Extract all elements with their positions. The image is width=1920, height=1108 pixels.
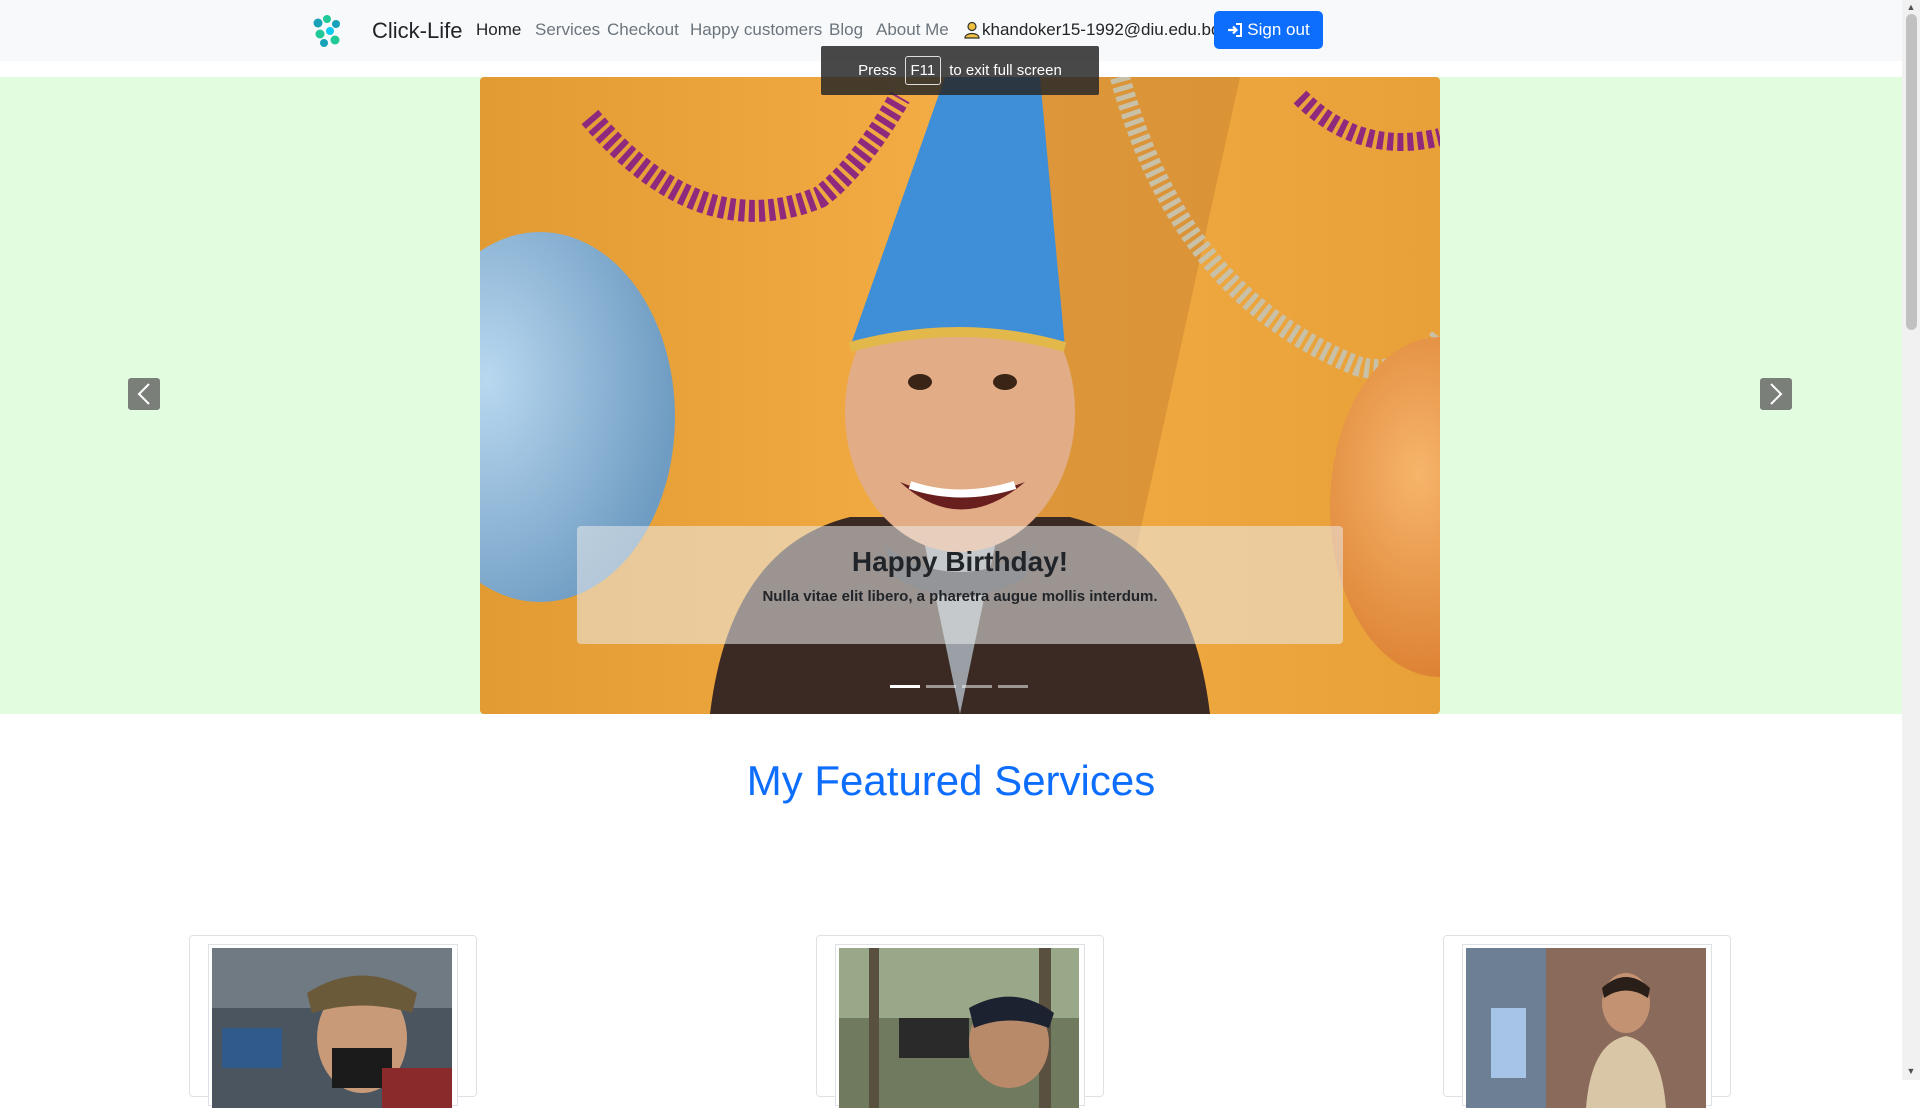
brand-name[interactable]: Click-Life — [372, 18, 462, 44]
user-icon — [964, 21, 980, 39]
nav-link-blog[interactable]: Blog — [829, 20, 863, 40]
carousel-indicator[interactable] — [998, 685, 1028, 688]
portrait-photo — [1466, 948, 1706, 1108]
fullscreen-tooltip-key: F11 — [904, 56, 942, 85]
scroll-down-icon[interactable]: ▼ — [1906, 1066, 1916, 1076]
carousel-indicator[interactable] — [962, 685, 992, 688]
caption-title: Happy Birthday! — [851, 546, 1069, 577]
carousel-indicators — [890, 685, 1028, 688]
service-card[interactable] — [189, 935, 477, 1108]
user-email: khandoker15-1992@diu.edu.bd — [964, 20, 1220, 40]
photographer-photo — [212, 948, 452, 1108]
nav-link-services[interactable]: Services — [535, 20, 600, 40]
carousel-slide: Happy Birthday! Nulla vitae elit libero,… — [480, 77, 1440, 714]
carousel-indicator[interactable] — [890, 685, 920, 688]
service-card[interactable] — [816, 935, 1104, 1108]
service-card-image-frame — [1462, 944, 1712, 1108]
nav-link-checkout[interactable]: Checkout — [607, 20, 679, 40]
service-card-image-frame — [208, 944, 458, 1108]
chevron-left-icon — [137, 383, 150, 405]
chevron-right-icon — [1770, 383, 1783, 405]
service-card[interactable] — [1443, 935, 1731, 1108]
caption-text: Nulla vitae elit libero, a pharetra augu… — [762, 588, 1158, 605]
carousel-caption: Happy Birthday! Nulla vitae elit libero,… — [577, 526, 1343, 644]
click-life-logo-icon[interactable] — [310, 14, 344, 48]
page-scrollbar[interactable]: ▲ ▼ — [1902, 0, 1920, 1080]
videographer-photo — [839, 948, 1079, 1108]
fullscreen-tooltip-text: to exit full screen — [949, 62, 1062, 79]
carousel-next-button[interactable] — [1760, 378, 1792, 410]
sign-out-label: Sign out — [1247, 20, 1310, 39]
hero-carousel: Happy Birthday! Nulla vitae elit libero,… — [0, 77, 1902, 714]
nav-link-about-me[interactable]: About Me — [876, 20, 949, 40]
carousel-prev-button[interactable] — [128, 378, 160, 410]
nav-link-happy-customers[interactable]: Happy customers — [690, 20, 822, 40]
fullscreen-tooltip: Press F11 to exit full screen — [821, 46, 1099, 95]
sign-out-button[interactable]: Sign out — [1214, 11, 1323, 49]
section-title: My Featured Services — [746, 757, 1156, 804]
scrollbar-thumb[interactable] — [1906, 14, 1917, 330]
fullscreen-tooltip-press: Press — [858, 62, 897, 79]
carousel-indicator[interactable] — [926, 685, 956, 688]
user-email-text: khandoker15-1992@diu.edu.bd — [982, 20, 1221, 39]
service-card-image-frame — [835, 944, 1085, 1108]
nav-link-home[interactable]: Home — [476, 20, 521, 40]
scroll-up-icon[interactable]: ▲ — [1906, 2, 1916, 12]
sign-in-icon — [1228, 23, 1243, 37]
